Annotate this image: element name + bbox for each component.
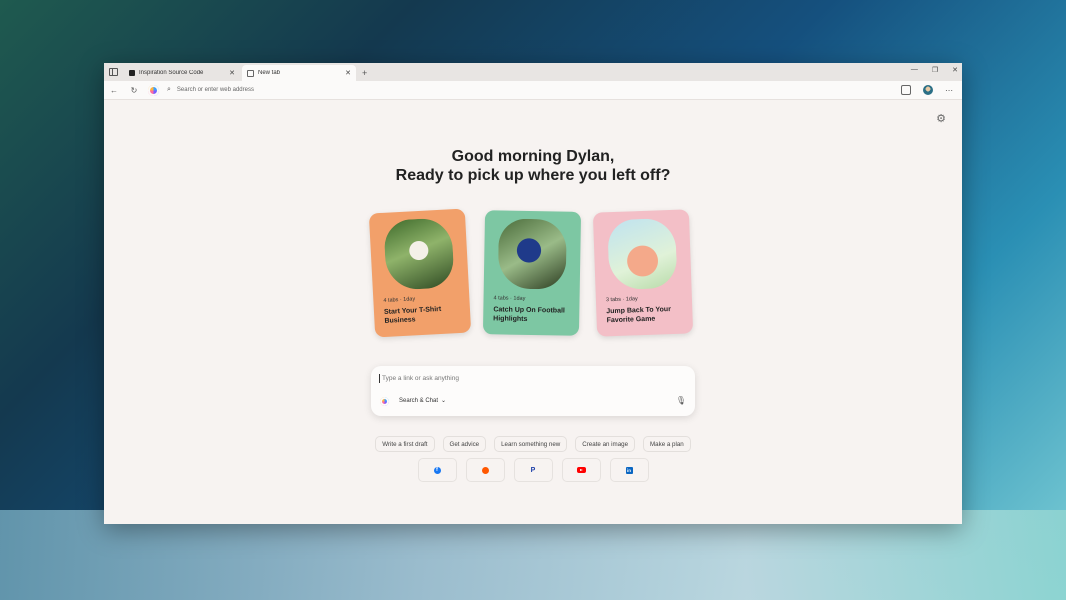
chevron-down-icon: ⌄ [441, 398, 447, 404]
new-tab-page-icon [247, 69, 254, 77]
close-icon[interactable]: ✕ [345, 69, 351, 77]
card-meta: 4 tabs · 1day [383, 296, 416, 304]
shortcut-linkedin[interactable]: in [609, 458, 649, 482]
chat-input[interactable] [379, 374, 684, 383]
tab-bar: Inspiration Source Code ✕ New tab ✕ + — … [104, 63, 962, 81]
chip-create-image[interactable]: Create an image [575, 436, 636, 452]
reddit-icon [481, 466, 489, 474]
greeting-line-1: Good morning Dylan, [451, 148, 615, 165]
suggestion-chips: Write a first draft Get advice Learn som… [104, 436, 962, 452]
search-icon: ⌕ [167, 86, 171, 93]
tab-new-tab[interactable]: New tab ✕ [242, 65, 356, 81]
card-meta: 4 tabs · 1day [493, 295, 526, 302]
address-placeholder: Search or enter web address [176, 87, 254, 93]
mode-label: Search & Chat [399, 397, 439, 404]
copilot-icon [380, 397, 389, 406]
youtube-icon [576, 467, 586, 473]
close-icon[interactable]: ✕ [229, 69, 235, 77]
card-label: Catch Up On Football Highlights [493, 306, 565, 323]
github-icon [129, 70, 135, 76]
card-image [607, 217, 678, 291]
minimize-icon[interactable]: — [911, 66, 918, 74]
window-controls: — ❐ ✕ [911, 66, 958, 74]
shortcut-facebook[interactable]: f [417, 458, 457, 482]
microphone-icon[interactable]: 🎙 [676, 396, 686, 405]
paypal-icon: P [530, 466, 536, 474]
toolbar-actions: ⋯ [901, 85, 954, 95]
new-tab-button[interactable]: + [362, 68, 367, 78]
shortcut-paypal[interactable]: P [513, 458, 553, 482]
card-image [383, 217, 455, 291]
chat-box: Search & Chat ⌄ 🎙 [371, 366, 695, 416]
chip-learn-something-new[interactable]: Learn something new [494, 436, 568, 452]
tab-title: Inspiration Source Code [139, 70, 204, 76]
extensions-icon[interactable] [901, 85, 911, 95]
card-label: Start Your T-Shirt Business [383, 305, 442, 325]
card-tshirt-business[interactable]: 4 tabs · 1day Start Your T-Shirt Busines… [368, 208, 472, 338]
card-image [497, 218, 567, 290]
sidebar-toggle-icon[interactable] [104, 63, 122, 81]
back-icon[interactable]: ← [104, 86, 124, 95]
tab-inspiration-source-code[interactable]: Inspiration Source Code ✕ [124, 65, 240, 81]
restore-icon[interactable]: ❐ [932, 66, 938, 74]
more-icon[interactable]: ⋯ [945, 86, 954, 95]
tab-title: New tab [258, 70, 281, 76]
gear-icon[interactable]: ⚙ [936, 112, 946, 125]
avatar[interactable] [923, 85, 933, 95]
card-meta: 3 tabs · 1day [605, 296, 638, 304]
shortcut-tiles: f P in [104, 458, 962, 482]
chip-write-first-draft[interactable]: Write a first draft [375, 436, 435, 452]
linkedin-icon: in [625, 466, 633, 474]
close-window-icon[interactable]: ✕ [952, 66, 958, 74]
address-bar[interactable]: ⌕ Search or enter web address [163, 84, 895, 96]
greeting-line-2: Ready to pick up where you left off? [395, 167, 671, 184]
refresh-icon[interactable]: ↻ [124, 86, 144, 95]
copilot-icon[interactable] [148, 84, 159, 96]
shortcut-youtube[interactable] [561, 458, 601, 482]
facebook-icon: f [433, 466, 441, 474]
card-favorite-game[interactable]: 3 tabs · 1day Jump Back To Your Favorite… [592, 209, 694, 337]
card-football-highlights[interactable]: 4 tabs · 1day Catch Up On Football Highl… [482, 210, 582, 336]
mode-dropdown[interactable]: Search & Chat ⌄ [395, 395, 450, 406]
chip-get-advice[interactable]: Get advice [442, 436, 487, 452]
chip-make-plan[interactable]: Make a plan [643, 436, 691, 452]
browser-window: Inspiration Source Code ✕ New tab ✕ + — … [104, 63, 962, 524]
toolbar: ← ↻ ⌕ Search or enter web address ⋯ [104, 81, 962, 100]
shortcut-reddit[interactable] [465, 458, 505, 482]
card-label: Jump Back To Your Favorite Game [606, 306, 671, 325]
